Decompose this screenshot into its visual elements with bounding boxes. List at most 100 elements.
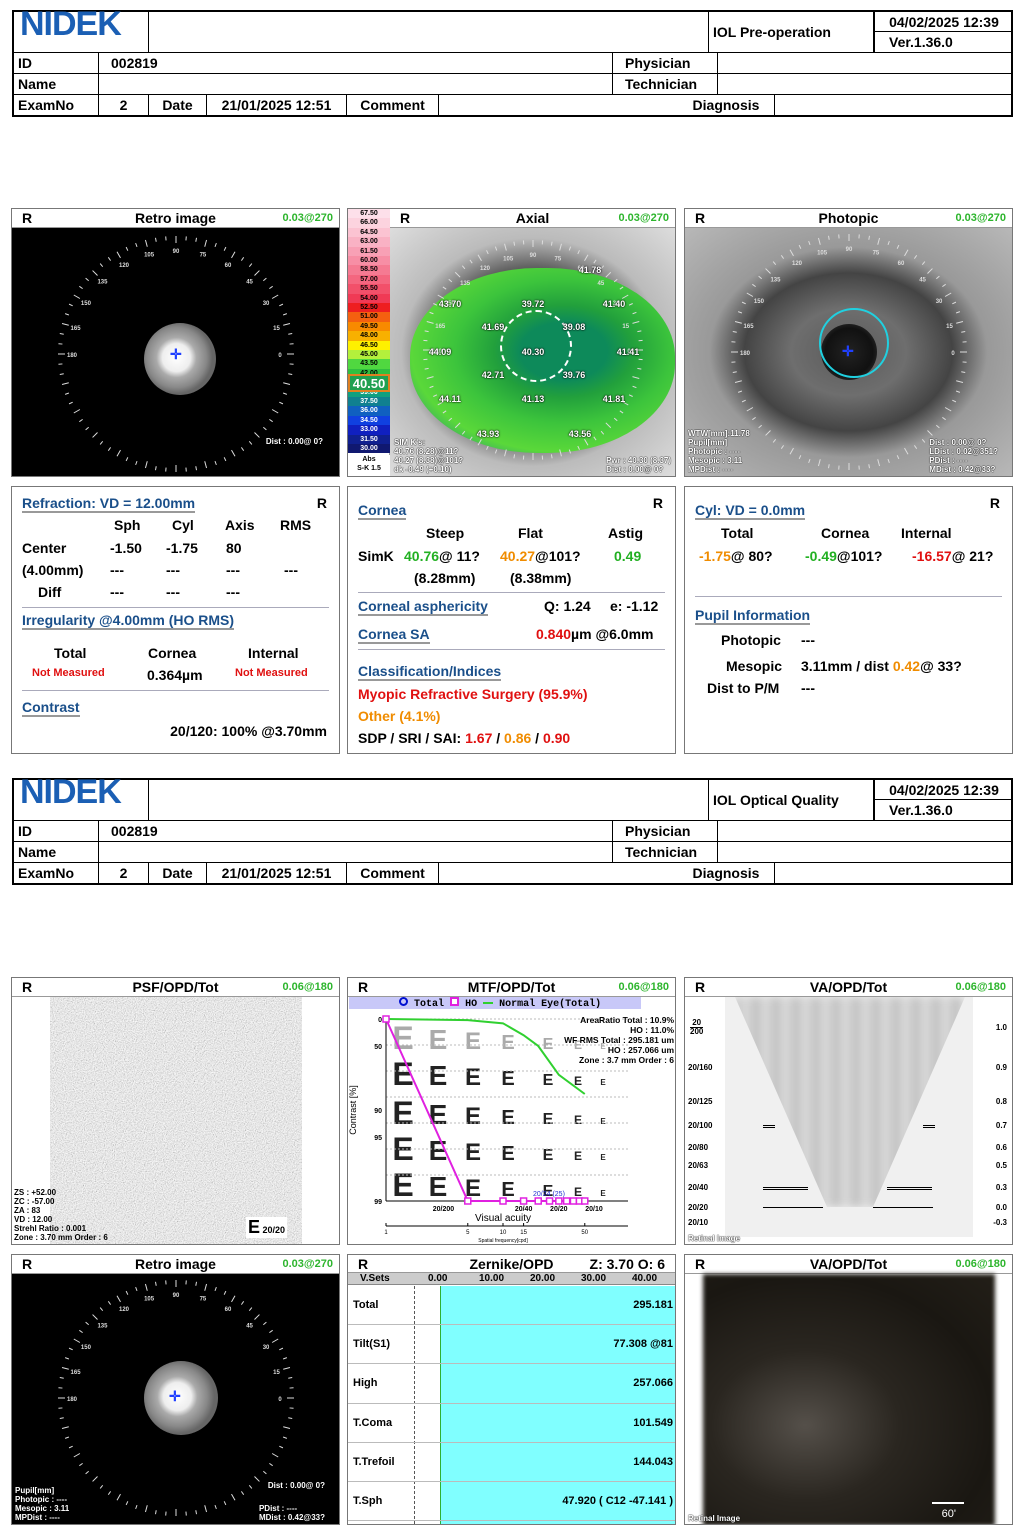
dial-tick <box>107 1491 112 1495</box>
dial-label: 165 <box>744 324 755 330</box>
y-tick-label: 50 <box>374 1044 382 1051</box>
dial-tick <box>780 445 785 449</box>
mesopic: Mesopic : 3.11 <box>15 1504 70 1513</box>
cornea-title: Cornea <box>358 502 407 520</box>
ho-point <box>581 1197 589 1205</box>
col-cornea: Cornea <box>821 525 870 541</box>
dial-tick <box>486 250 489 255</box>
dial-label: 135 <box>460 281 471 287</box>
zernike-panel: R Zernike/OPD Z: 3.70 O: 6 V.Sets 0.00 10.… <box>347 1254 676 1525</box>
dial-tick <box>584 254 589 262</box>
dial-tick <box>817 459 821 467</box>
dial-label: 105 <box>503 256 514 262</box>
dial-tick <box>68 401 73 405</box>
zernike-value: 144.043 <box>633 1455 673 1468</box>
dial-tick <box>765 430 771 436</box>
legend-step: 52.50 <box>348 303 390 313</box>
y-axis-title: Contrast [%] <box>348 1085 358 1135</box>
dial-tick <box>254 1476 260 1482</box>
dial-tick <box>144 1283 148 1291</box>
mtf-legend: Total HO Normal Eye(Total) <box>349 997 641 1010</box>
dial-tick <box>204 1505 208 1513</box>
mesopic: Mesopic : 3.11 <box>688 456 743 465</box>
report-datetime: 04/02/2025 12:39 <box>874 780 1013 800</box>
dial-tick <box>125 1501 129 1506</box>
dial-label: 120 <box>480 266 491 272</box>
axis: @ 80? <box>730 548 773 564</box>
mpdist: MPDist : ---- <box>688 465 733 474</box>
dial-label: 30 <box>936 299 943 305</box>
sri: 0.86 <box>504 730 532 746</box>
x-tick-label: 20/10 <box>585 1206 603 1213</box>
dial-tick <box>248 1485 253 1489</box>
dial-label: 60 <box>225 263 232 269</box>
e-optotype: E <box>429 1060 448 1091</box>
zc: ZC : -57.00 <box>14 1197 55 1206</box>
pwr: Pwr : 40.30 (8.37) <box>606 456 671 465</box>
dial-tick <box>204 239 208 247</box>
dial-tick <box>955 390 961 393</box>
axis: @101? <box>836 548 883 564</box>
dial-tick <box>73 409 81 414</box>
va-marker <box>873 1207 933 1208</box>
va-logmar-label: 0.0 <box>995 1203 1007 1212</box>
dial-tick <box>577 250 580 255</box>
dial-tick <box>214 1286 217 1292</box>
dial-label: 15 <box>622 324 629 330</box>
panel-value: 0.06@180 <box>282 981 334 993</box>
patient-name <box>99 74 613 95</box>
dial-tick <box>254 270 260 276</box>
dial-tick <box>952 399 957 403</box>
dial-label: 75 <box>200 1297 207 1303</box>
color-scale-legend: 67.50 66.00 64.50 63.00 61.50 60.00 58.50 57.00… <box>348 209 390 476</box>
dial-tick <box>135 1504 138 1510</box>
retinal-image-label: Retinal Image <box>688 1234 741 1243</box>
dial-tick <box>271 409 279 414</box>
dial-tick <box>282 1357 288 1360</box>
dial-tick <box>64 1436 70 1439</box>
dial-tick <box>61 382 69 386</box>
vsets-label: V.Sets <box>360 1273 390 1284</box>
legend-step: 31.50 <box>348 434 390 444</box>
dial-tick <box>513 454 516 459</box>
dial-tick <box>437 294 445 299</box>
legend-step: 37.50 <box>348 397 390 407</box>
pupil-title: Pupil[mm] <box>15 1486 55 1495</box>
dial-tick <box>125 457 129 462</box>
dial-tick <box>79 418 83 423</box>
curvature-value: 40.30 <box>521 347 545 357</box>
dial-tick <box>288 333 293 335</box>
dial-tick <box>737 311 743 314</box>
zernike-axis: V.Sets 0.00 10.00 20.00 30.00 40.00 <box>348 1273 675 1285</box>
dial-tick <box>559 449 562 457</box>
dial-tick <box>61 1366 69 1370</box>
zernike-label: Tilt(S1) <box>353 1338 391 1351</box>
legend-step: 49.50 <box>348 321 390 332</box>
dial-label: 0 <box>278 1397 282 1403</box>
va-panel: R VA/OPD/Tot 0.06@180 20 200 20/160 20/125 20/… <box>684 977 1013 1245</box>
dial-tick <box>429 311 434 315</box>
contrast-title: Contrast <box>22 699 80 717</box>
e-scale: E 20/20 <box>246 1217 288 1238</box>
dial-tick <box>125 1290 129 1295</box>
simk-label: SimK <box>358 548 394 564</box>
legend-step: 51.00 <box>348 312 390 322</box>
curvature-value: 41.81 <box>602 394 626 404</box>
dial-tick <box>605 271 612 278</box>
legend-step: 33.00 <box>348 425 390 435</box>
dial-tick <box>204 1283 208 1291</box>
e-optotype: E <box>465 1103 481 1130</box>
legend-step: 43.50 <box>348 359 390 369</box>
dial-tick <box>961 371 966 373</box>
zernike-value: 257.066 <box>633 1377 673 1390</box>
cyl-total: -1.75@ 80? <box>699 548 773 564</box>
dial-tick <box>59 1377 64 1379</box>
dial-tick <box>772 261 777 265</box>
dial-tick <box>99 441 104 445</box>
legend-step: 30.00 <box>348 444 390 454</box>
dial-tick <box>223 1290 227 1295</box>
dial-tick <box>628 394 633 397</box>
name-label: Name <box>14 842 99 863</box>
dial-tick <box>240 257 245 261</box>
legend-step: 66.00 <box>348 218 390 228</box>
